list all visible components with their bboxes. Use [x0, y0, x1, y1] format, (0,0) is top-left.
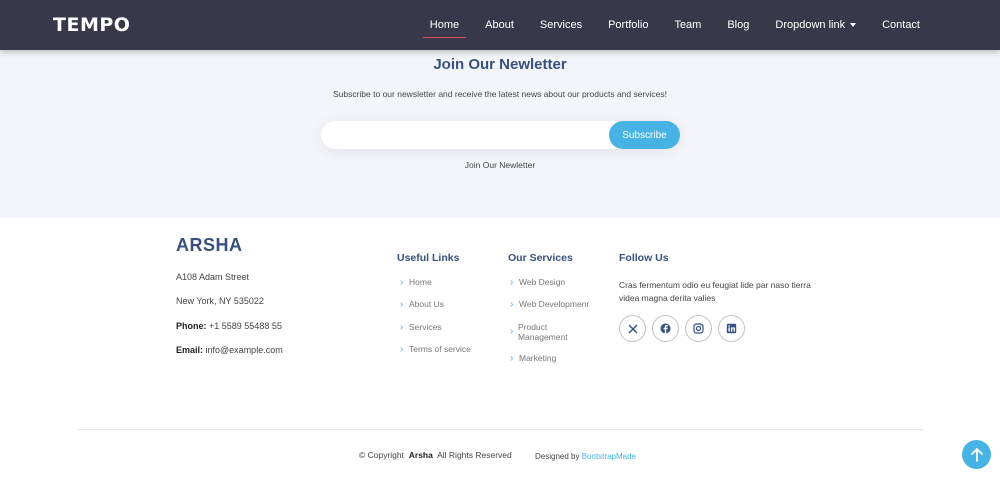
- footer-link-home[interactable]: › Home: [400, 277, 432, 288]
- follow-us-text: Cras fermentum odio eu feugiat lide par …: [619, 280, 811, 303]
- nav-about[interactable]: About: [472, 0, 527, 50]
- facebook-icon[interactable]: [652, 315, 679, 342]
- address-line-1: A108 Adam Street: [176, 272, 250, 282]
- x-icon[interactable]: [619, 315, 646, 342]
- follow-us-title: Follow Us: [619, 252, 669, 264]
- chevron-right-icon: ›: [400, 322, 404, 333]
- copyright-brand: Arsha: [408, 450, 433, 460]
- phone-value: +1 5589 55488 55: [209, 321, 282, 331]
- phone-label: Phone:: [176, 321, 207, 331]
- chevron-right-icon: ›: [510, 299, 514, 310]
- address-line-2: New York, NY 535022: [176, 296, 264, 306]
- useful-links-title: Useful Links: [397, 252, 460, 264]
- back-to-top-button[interactable]: [962, 440, 991, 469]
- footer-link-label: Services: [409, 322, 442, 332]
- service-link-web-design[interactable]: › Web Design: [510, 277, 566, 288]
- arrow-up-icon: [970, 447, 983, 462]
- site-logo[interactable]: TEMPO: [53, 14, 130, 36]
- nav-portfolio[interactable]: Portfolio: [595, 0, 661, 50]
- service-link-product-management[interactable]: › Product Management: [510, 322, 590, 342]
- copyright-suffix: All Rights Reserved: [437, 450, 512, 460]
- footer-link-terms[interactable]: › Terms of service: [400, 344, 471, 355]
- nav-dropdown[interactable]: Dropdown link: [762, 0, 869, 50]
- newsletter-email-input[interactable]: [321, 121, 611, 149]
- top-navbar: TEMPO Home About Services Portfolio Team…: [0, 0, 1000, 50]
- newsletter-note: Join Our Newletter: [464, 160, 536, 170]
- subscribe-button[interactable]: Subscribe: [609, 121, 680, 149]
- copyright-text: © Copyright Arsha All Rights Reserved: [359, 450, 512, 460]
- nav-services[interactable]: Services: [527, 0, 595, 50]
- newsletter-form: Subscribe: [321, 121, 680, 149]
- email-line: Email: info@example.com: [176, 345, 283, 355]
- designer-link[interactable]: BootstrapMade: [582, 452, 636, 461]
- designed-by-label: Designed by: [535, 452, 580, 461]
- chevron-right-icon: ›: [400, 344, 404, 355]
- newsletter-title: Join Our Newletter: [433, 56, 567, 73]
- footer-link-label: Terms of service: [409, 344, 471, 354]
- email-value: info@example.com: [205, 345, 283, 355]
- main-nav: Home About Services Portfolio Team Blog …: [417, 0, 1000, 50]
- chevron-right-icon: ›: [400, 277, 404, 288]
- service-link-label: Web Developmenr: [519, 299, 590, 309]
- nav-blog[interactable]: Blog: [714, 0, 762, 50]
- footer-link-services[interactable]: › Services: [400, 322, 442, 333]
- email-label: Email:: [176, 345, 204, 355]
- nav-team[interactable]: Team: [661, 0, 714, 50]
- nav-home[interactable]: Home: [417, 0, 472, 50]
- caret-down-icon: [850, 23, 857, 27]
- phone-line: Phone: +1 5589 55488 55: [176, 321, 282, 331]
- footer-brand: ARSHA: [176, 235, 243, 255]
- footer-divider: [78, 429, 923, 430]
- linkedin-icon[interactable]: [718, 315, 745, 342]
- footer-link-about[interactable]: › About Us: [400, 299, 444, 310]
- instagram-icon[interactable]: [685, 315, 712, 342]
- chevron-right-icon: ›: [400, 299, 404, 310]
- nav-dropdown-label: Dropdown link: [775, 19, 846, 31]
- newsletter-subtitle: Subscribe to our newsletter and receive …: [332, 89, 668, 99]
- copyright-prefix: © Copyright: [359, 450, 405, 460]
- nav-contact[interactable]: Contact: [869, 0, 1000, 50]
- chevron-right-icon: ›: [510, 353, 514, 364]
- service-link-label: Marketing: [519, 353, 557, 363]
- chevron-right-icon: ›: [510, 326, 514, 337]
- chevron-right-icon: ›: [510, 277, 514, 288]
- designed-by: Designed by BootstrapMade: [535, 452, 636, 461]
- service-link-web-development[interactable]: › Web Developmenr: [510, 299, 590, 310]
- footer-link-label: About Us: [409, 299, 444, 309]
- service-link-label: Web Design: [519, 277, 566, 287]
- newsletter-section: Join Our Newletter Subscribe to our news…: [0, 50, 1000, 218]
- service-link-marketing[interactable]: › Marketing: [510, 353, 557, 364]
- service-link-label: Product Management: [517, 322, 568, 342]
- our-services-title: Our Services: [508, 252, 573, 264]
- footer-link-label: Home: [409, 277, 432, 287]
